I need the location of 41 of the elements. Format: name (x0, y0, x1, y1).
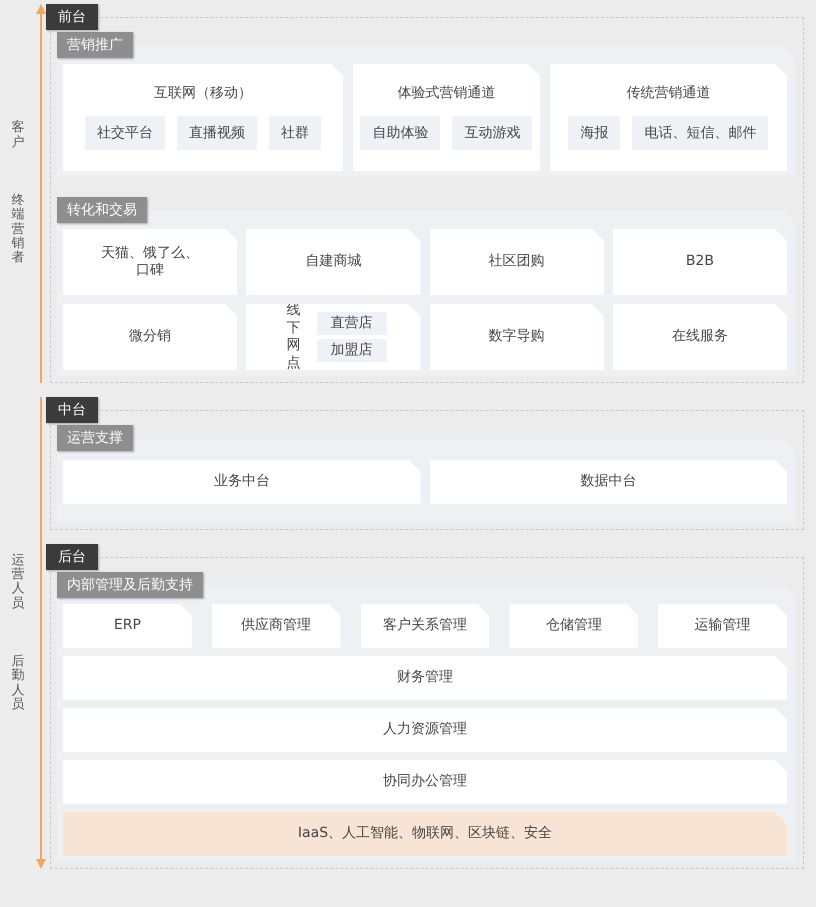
audience-label: 客户 (12, 121, 24, 150)
channel-chip: 海报 (568, 116, 620, 150)
section-label: 运营支撑 (57, 425, 133, 451)
audience-label: 运营人员 (12, 554, 24, 611)
module-card: 财务管理 (63, 656, 787, 700)
module-card: 供应商管理 (212, 604, 341, 648)
module-card: ERP (63, 604, 192, 648)
audience-label: 后勤人员 (12, 655, 24, 712)
audience-label: 终端营销者 (12, 194, 24, 266)
module-card: 协同办公管理 (63, 760, 787, 804)
module-card: 天猫、饿了么、口碑 (63, 229, 238, 295)
channel-chip: 自助体验 (360, 116, 440, 150)
module-card: 自建商城 (246, 229, 420, 295)
channel-chip: 互动游戏 (452, 116, 532, 150)
channel-chip: 电话、短信、邮件 (632, 116, 768, 150)
channel-title: 传统营销通道 (626, 84, 710, 102)
layer-label: 中台 (46, 397, 98, 423)
module-card: 在线服务 (612, 304, 787, 370)
module-card: 运输管理 (658, 604, 787, 648)
channel-title: 互联网（移动） (154, 84, 252, 102)
module-card: 微分销 (63, 304, 238, 370)
section-label: 营销推广 (57, 32, 133, 58)
module-card: 数据中台 (430, 460, 787, 504)
module-card: 数字导购 (430, 304, 604, 370)
section-label: 内部管理及后勤支持 (57, 572, 203, 598)
module-card: 人力资源管理 (63, 708, 787, 752)
outlet-chip: 加盟店 (316, 339, 386, 362)
module-card: 客户关系管理 (360, 604, 490, 648)
module-card: 业务中台 (63, 460, 420, 504)
channel-title: 体验式营销通道 (397, 84, 496, 102)
section-label: 转化和交易 (57, 197, 147, 223)
outlet-chip: 直营店 (316, 312, 386, 335)
channel-chip: 社交平台 (85, 116, 166, 150)
module-card: 仓储管理 (509, 604, 638, 648)
layer-label: 前台 (46, 4, 98, 30)
foundation-card: IaaS、人工智能、物联网、区块链、安全 (63, 812, 787, 856)
module-card: B2B (612, 229, 787, 295)
channel-chip: 社群 (269, 116, 322, 150)
module-card: 社区团购 (430, 229, 604, 295)
channel-chip: 直播视频 (177, 116, 258, 150)
layer-label: 后台 (46, 544, 98, 570)
